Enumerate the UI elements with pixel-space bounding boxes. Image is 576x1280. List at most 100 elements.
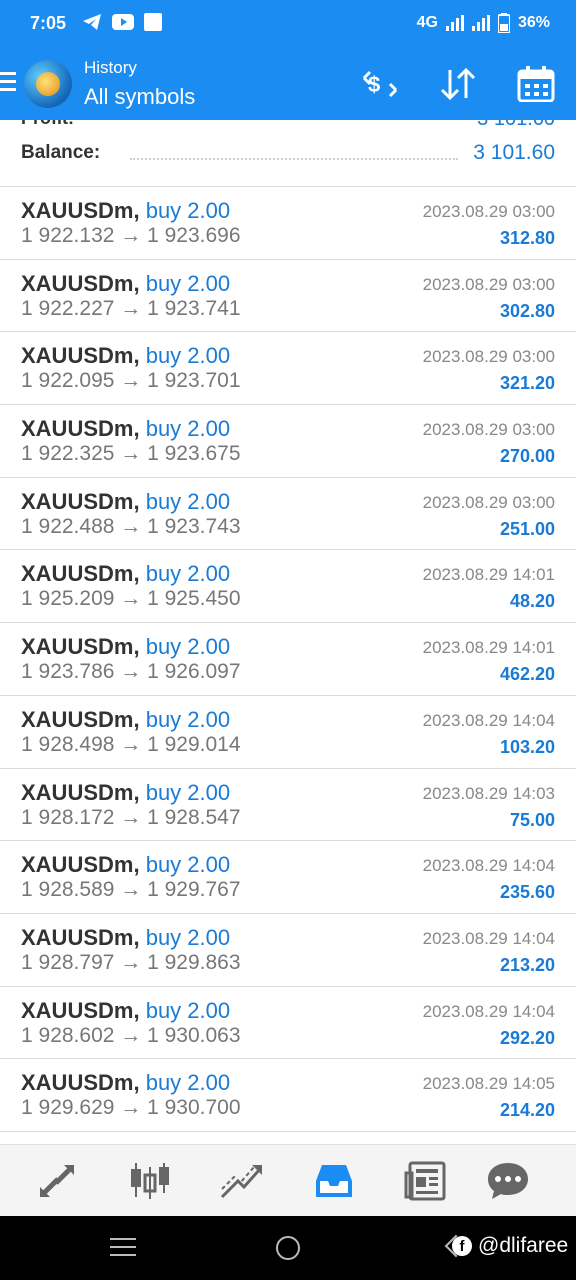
- trade-symbol: XAUUSDm, buy 2.00: [21, 852, 230, 878]
- trade-prices: 1 922.132 → 1 923.696: [21, 224, 241, 247]
- profit-label: Profit:: [21, 120, 74, 129]
- trade-row[interactable]: XAUUSDm, buy 2.00 1 928.797 → 1 929.863 20…: [0, 914, 576, 987]
- trade-symbol: XAUUSDm, buy 2.00: [21, 343, 230, 369]
- trade-prices: 1 922.488 → 1 923.743: [21, 514, 241, 538]
- calendar-icon[interactable]: [516, 66, 556, 102]
- trade-date: 2023.08.29 14:03: [422, 783, 555, 803]
- trade-side: buy 2.00: [145, 852, 231, 878]
- currency-exchange-icon[interactable]: $: [360, 66, 400, 102]
- symbol-name: XAUUSDm,: [21, 488, 140, 514]
- quotes-arrows-icon[interactable]: [36, 1161, 80, 1201]
- trade-symbol: XAUUSDm, buy 2.00: [21, 271, 230, 297]
- symbol-name: XAUUSDm,: [21, 561, 140, 587]
- chart-candles-icon[interactable]: [128, 1161, 172, 1201]
- svg-text:$: $: [368, 72, 380, 97]
- trade-row[interactable]: XAUUSDm, buy 2.00 1 922.095 → 1 923.701 20…: [0, 332, 576, 406]
- symbol-name: XAUUSDm,: [21, 997, 140, 1023]
- trade-symbol: XAUUSDm, buy 2.00: [21, 925, 230, 951]
- trade-side: buy 2.00: [145, 634, 231, 660]
- trade-side: buy 2.00: [145, 416, 231, 442]
- trade-date: 2023.08.29 03:00: [422, 274, 555, 294]
- menu-icon[interactable]: [0, 72, 16, 96]
- trade-prices: 1 929.629 → 1 930.700: [21, 1096, 241, 1120]
- trade-profit: 302.80: [499, 300, 555, 321]
- watermark-handle: @dlifaree: [478, 1234, 569, 1257]
- trade-row[interactable]: XAUUSDm, buy 2.00 1 922.227 → 1 923.741 20…: [0, 260, 576, 333]
- trade-date: 2023.08.29 03:00: [422, 492, 555, 512]
- trade-symbol: XAUUSDm, buy 2.00: [21, 561, 230, 587]
- trade-side: buy 2.00: [145, 270, 231, 296]
- chat-icon[interactable]: [486, 1161, 530, 1201]
- trade-prices: 1 922.325 → 1 923.675: [21, 442, 241, 466]
- symbol-name: XAUUSDm,: [21, 343, 140, 369]
- trade-side: buy 2.00: [145, 488, 231, 514]
- trade-side: buy 2.00: [145, 1070, 231, 1096]
- trade-symbol: XAUUSDm, buy 2.00: [21, 198, 230, 224]
- trade-row[interactable]: XAUUSDm, buy 2.00 1 928.498 → 1 929.014 20…: [0, 696, 576, 769]
- trade-symbol: XAUUSDm, buy 2.00: [21, 489, 230, 515]
- app-header: History All symbols $: [0, 48, 576, 120]
- trade-date: 2023.08.29 03:00: [422, 420, 555, 440]
- trade-profit: 214.20: [499, 1100, 555, 1121]
- trade-prices: 1 922.095 → 1 923.701: [21, 369, 241, 393]
- trade-side: buy 2.00: [145, 997, 231, 1023]
- trade-row[interactable]: XAUUSDm, buy 2.00 1 929.629 → 1 930.700 20…: [0, 1059, 576, 1132]
- trade-row[interactable]: XAUUSDm, buy 2.00 1 923.786 → 1 926.097 20…: [0, 623, 576, 696]
- trade-symbol: XAUUSDm, buy 2.00: [21, 780, 230, 806]
- symbol-name: XAUUSDm,: [21, 1070, 140, 1096]
- trade-prices: 1 928.589 → 1 929.767: [21, 878, 241, 902]
- trade-symbol: XAUUSDm, buy 2.00: [21, 634, 230, 660]
- watermark: f @dlifaree: [452, 1234, 568, 1258]
- recent-apps-button[interactable]: [110, 1238, 136, 1262]
- symbol-name: XAUUSDm,: [21, 198, 140, 223]
- trade-row[interactable]: XAUUSDm, buy 2.00 1 928.172 → 1 928.547 20…: [0, 769, 576, 842]
- trade-prices: 1 928.498 → 1 929.014: [21, 732, 241, 756]
- trade-row[interactable]: XAUUSDm, buy 2.00 1 928.589 → 1 929.767 20…: [0, 841, 576, 914]
- trade-symbol: XAUUSDm, buy 2.00: [21, 1070, 230, 1096]
- sort-icon[interactable]: [438, 66, 478, 102]
- square-notification-icon: [144, 13, 162, 31]
- trade-side: buy 2.00: [145, 561, 231, 587]
- trade-prices: 1 922.227 → 1 923.741: [21, 296, 241, 320]
- trade-side: buy 2.00: [145, 706, 231, 732]
- trade-list[interactable]: XAUUSDm, buy 2.00 1 922.132 → 1 923.696 20…: [0, 187, 576, 1132]
- trade-prices: 1 928.797 → 1 929.863: [21, 950, 241, 974]
- trade-profit: 75.00: [509, 809, 555, 830]
- trade-row[interactable]: XAUUSDm, buy 2.00 1 922.132 → 1 923.696 20…: [0, 187, 576, 260]
- trade-row[interactable]: XAUUSDm, buy 2.00 1 922.325 → 1 923.675 20…: [0, 405, 576, 478]
- home-button[interactable]: [276, 1236, 300, 1260]
- trade-prices: 1 923.786 → 1 926.097: [21, 660, 241, 684]
- trade-profit: 48.20: [509, 591, 555, 612]
- trade-date: 2023.08.29 03:00: [422, 347, 555, 367]
- trade-row[interactable]: XAUUSDm, buy 2.00 1 928.602 → 1 930.063 20…: [0, 987, 576, 1060]
- page-subtitle: History: [84, 58, 137, 77]
- symbol-name: XAUUSDm,: [21, 924, 140, 950]
- battery-level: 36%: [517, 14, 550, 31]
- network-type: 4G: [416, 14, 438, 31]
- status-right: 4G 36%: [417, 13, 550, 33]
- trade-profit: 251.00: [499, 518, 555, 539]
- trade-date: 2023.08.29 14:04: [422, 928, 555, 948]
- trade-date: 2023.08.29 14:01: [422, 565, 555, 585]
- symbol-name: XAUUSDm,: [21, 634, 140, 660]
- news-icon[interactable]: [404, 1161, 448, 1201]
- trade-date: 2023.08.29 03:00: [422, 202, 555, 221]
- balance-value: 3 101.60: [473, 141, 555, 164]
- trade-date: 2023.08.29 14:01: [422, 638, 555, 658]
- trade-date: 2023.08.29 14:04: [422, 1001, 555, 1021]
- history-inbox-icon[interactable]: [312, 1161, 356, 1201]
- trade-date: 2023.08.29 14:04: [422, 856, 555, 876]
- trade-symbol: XAUUSDm, buy 2.00: [21, 998, 230, 1024]
- trade-side: buy 2.00: [145, 343, 231, 369]
- trade-profit: 270.00: [499, 446, 555, 467]
- trade-profit: 321.20: [499, 373, 555, 394]
- page-title[interactable]: All symbols: [84, 84, 195, 110]
- trade-date: 2023.08.29 14:05: [422, 1074, 555, 1094]
- trade-row[interactable]: XAUUSDm, buy 2.00 1 922.488 → 1 923.743 20…: [0, 478, 576, 551]
- signal-icon: [445, 15, 464, 31]
- trade-row[interactable]: XAUUSDm, buy 2.00 1 925.209 → 1 925.450 20…: [0, 550, 576, 624]
- trade-date: 2023.08.29 14:04: [422, 710, 555, 730]
- trade-symbol: XAUUSDm, buy 2.00: [21, 416, 230, 442]
- trade-icon[interactable]: [220, 1161, 264, 1201]
- trade-prices: 1 928.602 → 1 930.063: [21, 1023, 241, 1047]
